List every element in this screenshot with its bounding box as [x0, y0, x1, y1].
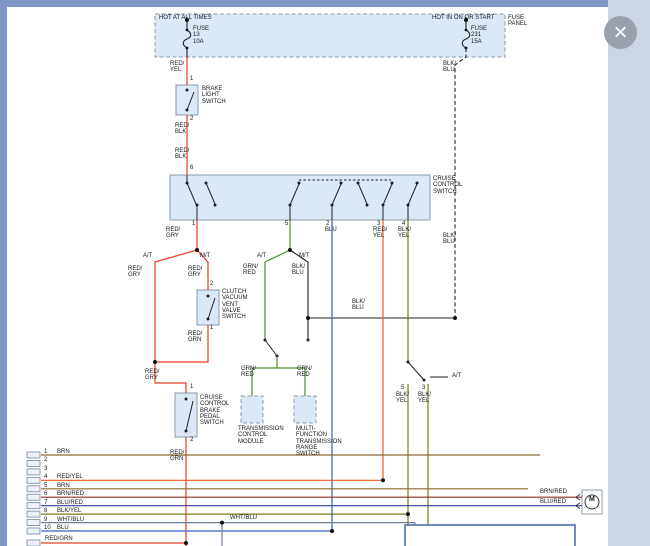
wires — [41, 17, 582, 546]
close-button[interactable]: × — [604, 16, 637, 49]
frame-top-border — [0, 0, 608, 7]
tcm-box — [241, 396, 263, 423]
wiring-diagram — [0, 0, 650, 546]
component-boxes — [155, 14, 602, 546]
diagram-stage: HOT AT ALL TIMESHOT IN ON OR STARTFUSE P… — [0, 0, 650, 546]
cruise-control-switch-box — [170, 175, 430, 220]
connector-pin-boxes — [27, 452, 40, 546]
junction-dots — [153, 18, 468, 545]
fuse-panel-box — [155, 14, 505, 57]
mftrs-box — [294, 396, 316, 423]
blk-blu-wire — [455, 48, 466, 318]
close-icon: × — [613, 21, 627, 45]
side-panel — [608, 0, 650, 546]
module-box — [405, 525, 575, 546]
frame-left-border — [0, 0, 7, 546]
motor-symbol — [585, 495, 599, 509]
